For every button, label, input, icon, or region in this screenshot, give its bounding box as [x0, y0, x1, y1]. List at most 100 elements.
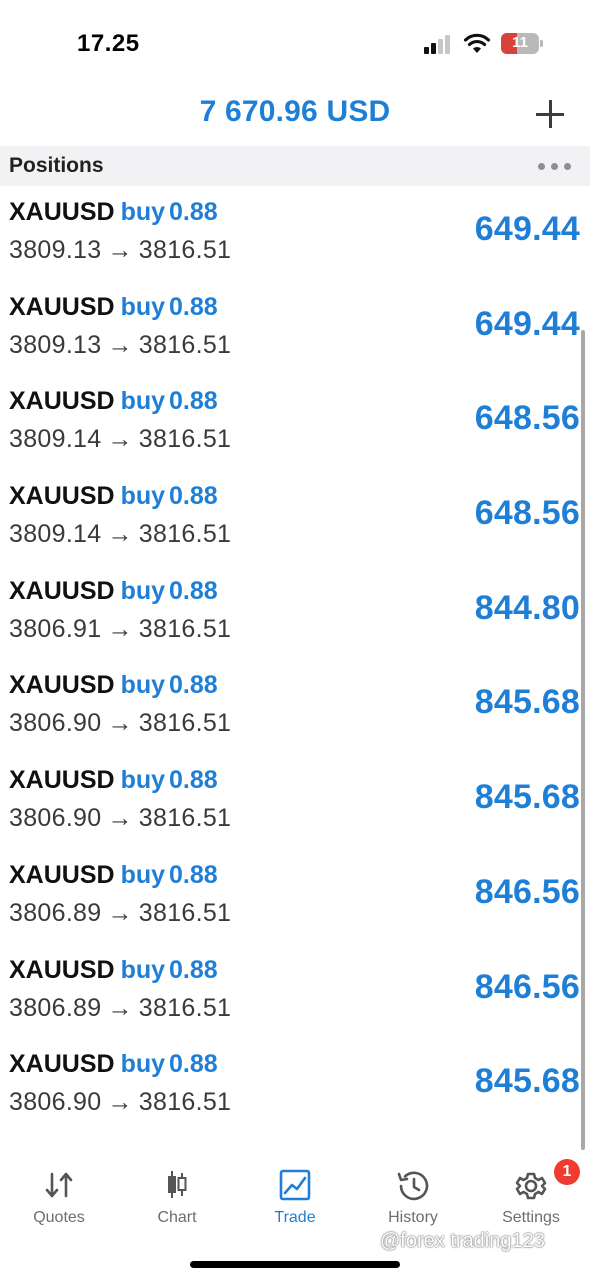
- tab-chart[interactable]: Chart: [118, 1160, 236, 1232]
- tab-trade[interactable]: Trade: [236, 1160, 354, 1232]
- position-direction: buy: [120, 387, 166, 416]
- current-price: 3816.51: [138, 330, 232, 359]
- position-volume: 0.88: [169, 860, 218, 889]
- arrow-right-icon: →: [107, 236, 133, 264]
- position-title: XAUUSD buy 0.88: [9, 671, 218, 700]
- quotes-arrows-icon: [45, 1172, 73, 1198]
- position-title: XAUUSD buy 0.88: [9, 198, 218, 227]
- position-volume: 0.88: [169, 198, 218, 226]
- tab-bar: Quotes Chart Trade History 1 Settings: [0, 1159, 590, 1240]
- position-prices: 3806.89 → 3816.51: [9, 899, 231, 928]
- position-title: XAUUSD buy 0.88: [9, 482, 218, 511]
- position-row[interactable]: XAUUSD buy 0.88 3806.89 → 3816.51 846.56: [0, 849, 590, 944]
- arrow-right-icon: →: [107, 614, 133, 643]
- open-price: 3806.89: [9, 898, 102, 927]
- current-price: 3816.51: [138, 236, 232, 264]
- position-prices: 3809.14 → 3816.51: [9, 520, 231, 549]
- position-prices: 3806.90 → 3816.51: [9, 804, 231, 833]
- position-profit: 844.80: [474, 588, 580, 627]
- position-row[interactable]: XAUUSD buy 0.88 3809.14 → 3816.51 648.56: [0, 375, 590, 470]
- position-direction: buy: [120, 482, 166, 511]
- current-price: 3816.51: [138, 709, 232, 738]
- open-price: 3809.14: [9, 425, 102, 454]
- position-row[interactable]: XAUUSD buy 0.88 3806.91 → 3816.51 844.80: [0, 565, 590, 660]
- open-price: 3806.90: [9, 709, 102, 738]
- position-symbol: XAUUSD: [9, 482, 115, 511]
- open-price: 3809.13: [9, 330, 102, 359]
- open-price: 3809.13: [9, 236, 102, 264]
- arrow-right-icon: →: [107, 1088, 133, 1117]
- open-price: 3806.91: [9, 614, 102, 643]
- position-row[interactable]: XAUUSD buy 0.88 3809.13 → 3816.51 649.44: [0, 186, 590, 281]
- positions-list: XAUUSD buy 0.88 3809.13 → 3816.51 649.44 XAUUSD…: [0, 186, 590, 1133]
- account-balance[interactable]: 7 670.96 USD: [0, 95, 590, 129]
- position-prices: 3806.91 → 3816.51: [9, 615, 231, 644]
- current-price: 3816.51: [138, 614, 232, 643]
- cellular-signal-icon: [424, 34, 452, 54]
- home-indicator[interactable]: [190, 1261, 400, 1268]
- section-title: Positions: [9, 154, 104, 177]
- position-title: XAUUSD buy 0.88: [9, 293, 218, 322]
- position-title: XAUUSD buy 0.88: [9, 956, 218, 985]
- position-symbol: XAUUSD: [9, 1050, 115, 1079]
- new-order-button[interactable]: [532, 96, 568, 132]
- position-prices: 3809.13 → 3816.51: [9, 236, 231, 265]
- position-symbol: XAUUSD: [9, 292, 115, 321]
- current-price: 3816.51: [138, 1088, 232, 1117]
- position-row[interactable]: XAUUSD buy 0.88 3806.90 → 3816.51 845.68: [0, 754, 590, 849]
- position-prices: 3809.13 → 3816.51: [9, 331, 231, 360]
- more-options-icon[interactable]: [538, 163, 574, 171]
- position-profit: 846.56: [474, 872, 580, 911]
- position-direction: buy: [120, 671, 166, 700]
- current-price: 3816.51: [138, 520, 232, 549]
- position-prices: 3806.90 → 3816.51: [9, 709, 231, 738]
- position-symbol: XAUUSD: [9, 860, 115, 889]
- tab-history[interactable]: History: [354, 1160, 472, 1232]
- watermark: @forex trading123: [380, 1230, 545, 1252]
- arrow-right-icon: →: [107, 709, 133, 738]
- open-price: 3806.90: [9, 1088, 102, 1117]
- position-symbol: XAUUSD: [9, 387, 115, 416]
- battery-level: 11: [512, 34, 528, 51]
- arrow-right-icon: →: [107, 425, 133, 454]
- position-volume: 0.88: [169, 482, 218, 511]
- position-row[interactable]: XAUUSD buy 0.88 3806.89 → 3816.51 846.56: [0, 944, 590, 1039]
- position-profit: 845.68: [474, 778, 580, 817]
- current-price: 3816.51: [138, 993, 232, 1022]
- position-symbol: XAUUSD: [9, 198, 115, 226]
- current-price: 3816.51: [138, 804, 232, 833]
- status-bar: 17.25 11: [0, 0, 590, 88]
- position-symbol: XAUUSD: [9, 576, 115, 605]
- account-header: 7 670.96 USD: [0, 88, 590, 146]
- position-row[interactable]: XAUUSD buy 0.88 3806.90 → 3816.51 845.68: [0, 659, 590, 754]
- history-clock-icon: [397, 1171, 429, 1201]
- position-volume: 0.88: [169, 387, 218, 416]
- position-direction: buy: [120, 766, 166, 795]
- tab-label: Chart: [157, 1209, 197, 1226]
- arrow-right-icon: →: [107, 993, 133, 1022]
- position-row[interactable]: XAUUSD buy 0.88 3809.14 → 3816.51 648.56: [0, 470, 590, 565]
- position-profit: 845.68: [474, 683, 580, 722]
- arrow-right-icon: →: [107, 804, 133, 833]
- gear-icon: [515, 1172, 547, 1200]
- tab-settings[interactable]: 1 Settings: [472, 1159, 590, 1232]
- open-price: 3806.90: [9, 804, 102, 833]
- scrollbar[interactable]: [581, 330, 585, 1150]
- battery-icon: 11: [501, 33, 543, 54]
- position-volume: 0.88: [169, 576, 218, 605]
- position-prices: 3806.89 → 3816.51: [9, 994, 231, 1023]
- candlestick-icon: [168, 1171, 187, 1198]
- positions-section-header: Positions: [0, 146, 590, 186]
- position-direction: buy: [120, 576, 166, 605]
- tab-quotes[interactable]: Quotes: [0, 1160, 118, 1232]
- position-profit: 648.56: [474, 399, 580, 438]
- notification-badge: 1: [554, 1159, 580, 1185]
- status-time: 17.25: [77, 30, 140, 57]
- position-row[interactable]: XAUUSD buy 0.88 3806.90 → 3816.51 845.68: [0, 1038, 590, 1133]
- position-direction: buy: [120, 955, 166, 984]
- position-profit: 648.56: [474, 494, 580, 533]
- position-volume: 0.88: [169, 955, 218, 984]
- tab-label: Settings: [502, 1209, 560, 1226]
- trade-chart-icon: [279, 1169, 311, 1201]
- position-row[interactable]: XAUUSD buy 0.88 3809.13 → 3816.51 649.44: [0, 281, 590, 376]
